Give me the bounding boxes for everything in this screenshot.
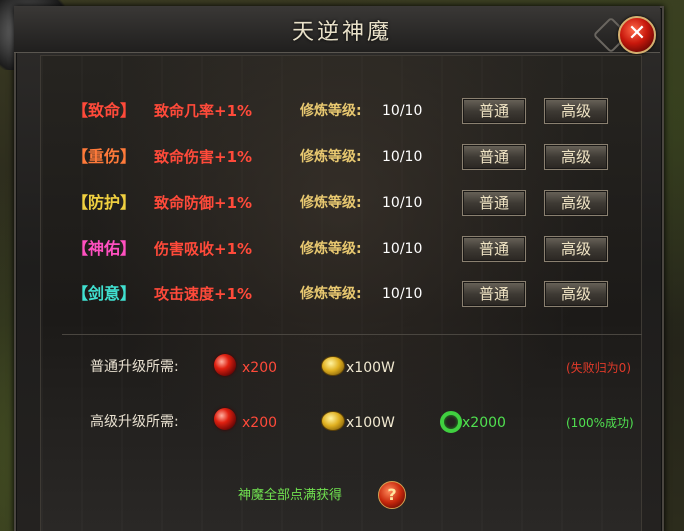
talent-row: 【重伤】 致命伤害+1% 修炼等级: 10/10 普通 高级: [72, 144, 632, 170]
talent-effect: 攻击速度+1%: [154, 285, 253, 303]
normal-upgrade-button[interactable]: 普通: [462, 98, 526, 124]
advanced-upgrade-button[interactable]: 高级: [544, 236, 608, 262]
level-label: 修炼等级:: [300, 286, 362, 302]
talent-tag: 【重伤】: [72, 147, 137, 166]
normal-upgrade-button[interactable]: 普通: [462, 144, 526, 170]
advanced-upgrade-button[interactable]: 高级: [544, 190, 608, 216]
level-label: 修炼等级:: [300, 241, 362, 257]
normal-orb-amount: x200: [242, 360, 278, 376]
talent-tag: 【防护】: [72, 193, 137, 212]
talent-effect: 致命防御+1%: [154, 194, 253, 212]
talent-tag: 【剑意】: [72, 284, 137, 303]
talent-tag: 【致命】: [72, 101, 137, 120]
level-label: 修炼等级:: [300, 149, 362, 165]
close-button[interactable]: ✕: [618, 16, 656, 54]
help-button[interactable]: ?: [378, 481, 406, 509]
normal-upgrade-button[interactable]: 普通: [462, 281, 526, 307]
advanced-gold-amount: x100W: [346, 415, 395, 431]
normal-upgrade-button[interactable]: 普通: [462, 190, 526, 216]
advanced-upgrade-button[interactable]: 高级: [544, 144, 608, 170]
talent-row: 【致命】 致命几率+1% 修炼等级: 10/10 普通 高级: [72, 98, 632, 124]
advanced-orb-amount: x200: [242, 415, 278, 431]
red-orb-icon: [214, 354, 236, 376]
advanced-upgrade-button[interactable]: 高级: [544, 98, 608, 124]
level-value: 10/10: [382, 149, 423, 165]
level-value: 10/10: [382, 241, 423, 257]
game-screen: 天逆神魔 ✕ 【致命】 致命几率+1% 修炼等级: 10/10 普通 高级 【重伤】 致命伤害…: [0, 0, 684, 531]
window-title: 天逆神魔: [291, 20, 392, 45]
jade-ring-icon: [440, 411, 462, 433]
level-value: 10/10: [382, 286, 423, 302]
gold-coin-icon: [321, 411, 345, 431]
footer-text: 神魔全部点满获得: [238, 488, 343, 503]
level-value: 10/10: [382, 195, 423, 211]
red-orb-icon: [214, 408, 236, 430]
talent-row: 【神佑】 伤害吸收+1% 修炼等级: 10/10 普通 高级: [72, 236, 632, 262]
normal-req-label: 普通升级所需:: [90, 359, 179, 375]
normal-note: (失败归为0): [566, 361, 631, 375]
talent-row: 【剑意】 攻击速度+1% 修炼等级: 10/10 普通 高级: [72, 281, 632, 307]
talent-effect: 致命几率+1%: [154, 102, 253, 120]
level-value: 10/10: [382, 103, 423, 119]
talent-effect: 致命伤害+1%: [154, 148, 253, 166]
advanced-upgrade-button[interactable]: 高级: [544, 281, 608, 307]
advanced-note: (100%成功): [566, 416, 634, 430]
level-label: 修炼等级:: [300, 195, 362, 211]
divider: [62, 334, 642, 335]
advanced-req-label: 高级升级所需:: [90, 414, 179, 430]
normal-upgrade-button[interactable]: 普通: [462, 236, 526, 262]
gold-coin-icon: [321, 356, 345, 376]
level-label: 修炼等级:: [300, 103, 362, 119]
advanced-ring-amount: x2000: [462, 415, 506, 431]
talent-row: 【防护】 致命防御+1% 修炼等级: 10/10 普通 高级: [72, 190, 632, 216]
normal-gold-amount: x100W: [346, 360, 395, 376]
talent-tag: 【神佑】: [72, 239, 137, 258]
talent-effect: 伤害吸收+1%: [154, 240, 253, 258]
